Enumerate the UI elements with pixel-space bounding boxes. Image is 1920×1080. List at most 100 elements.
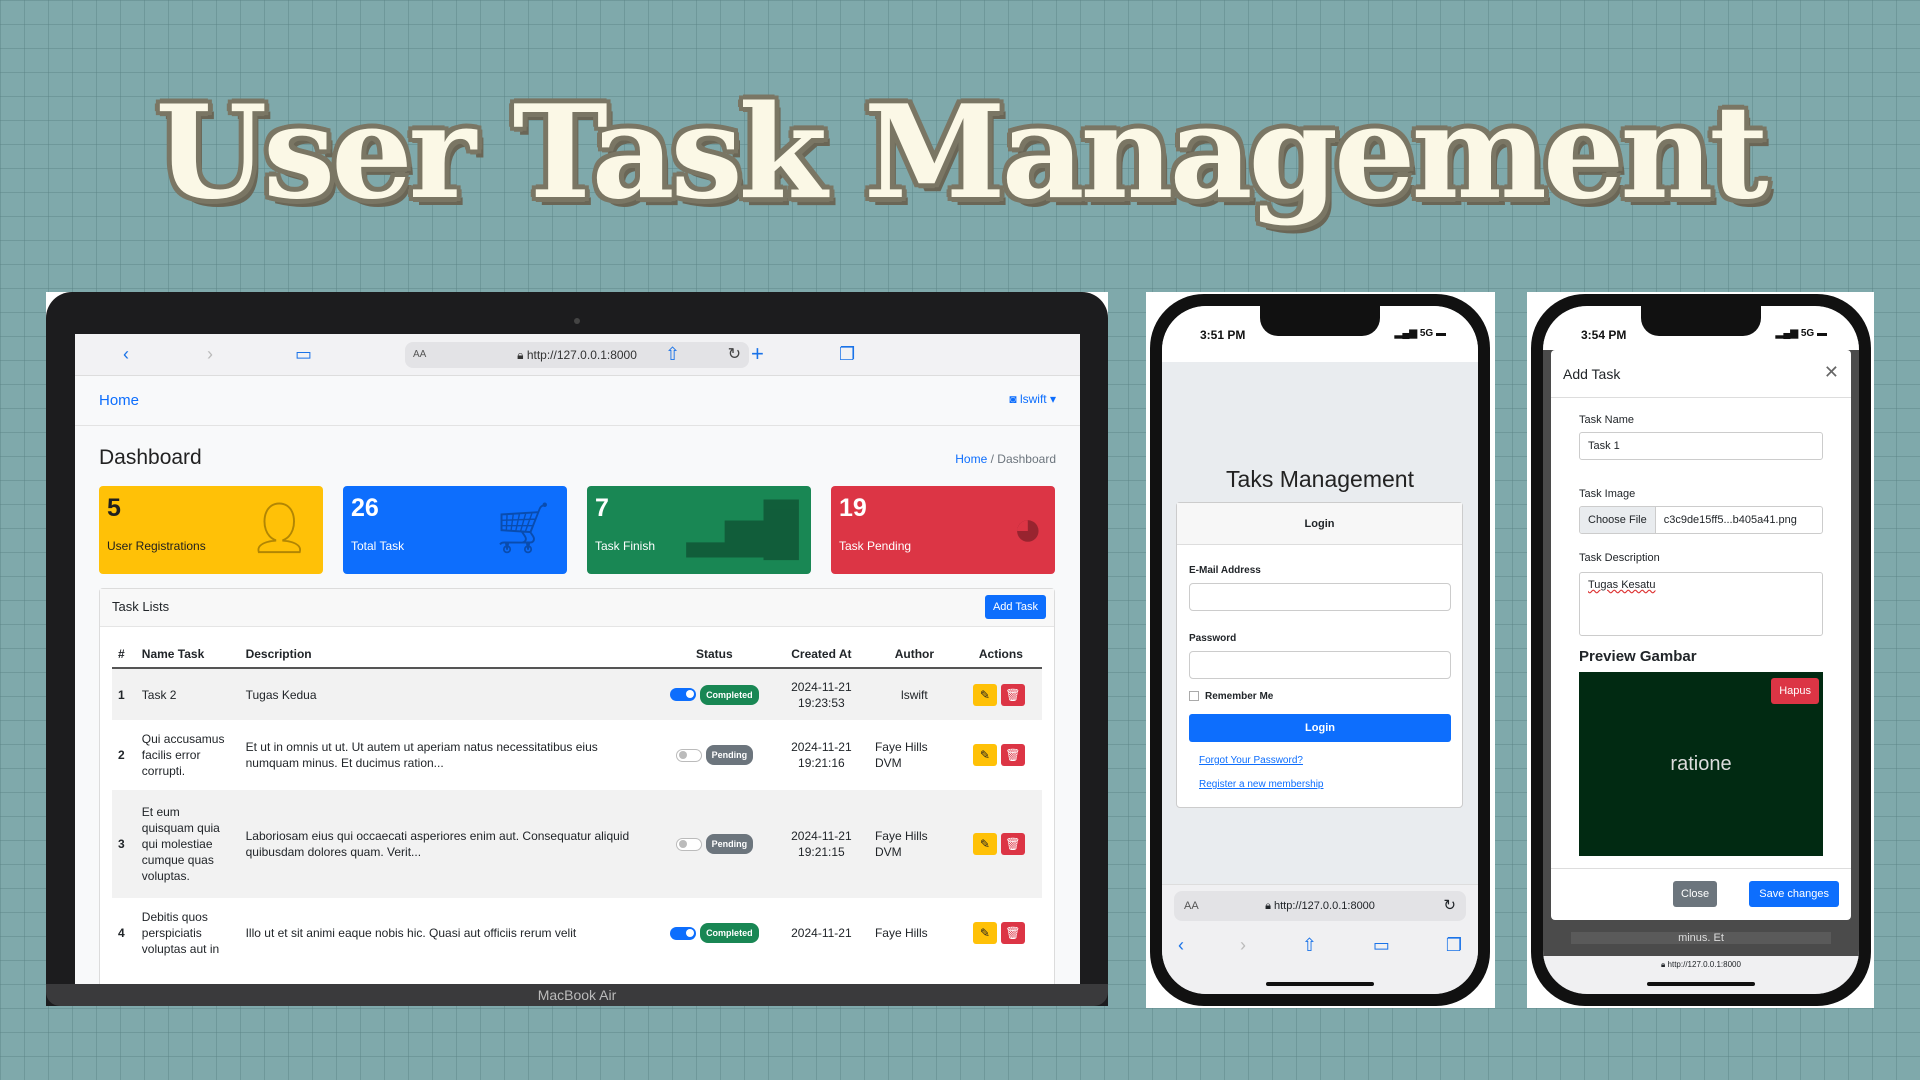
- new-tab-icon[interactable]: +: [751, 343, 764, 365]
- created-time: 19:21:15: [798, 845, 845, 859]
- page-title: Dashboard: [99, 446, 202, 469]
- address-bar[interactable]: AA 🔒︎ http://127.0.0.1:8000 ↻: [1174, 891, 1466, 921]
- status-toggle[interactable]: [675, 837, 702, 851]
- forgot-password-link[interactable]: Forgot Your Password?: [1199, 755, 1303, 766]
- col-header: Name Task: [135, 641, 240, 669]
- task-table: # Name Task Description Status Created A…: [112, 641, 1042, 968]
- close-icon[interactable]: ✕: [1824, 362, 1839, 383]
- created-time: 19:23:53: [798, 695, 845, 710]
- status-time: 3:51 PM: [1200, 328, 1246, 342]
- password-field[interactable]: [1189, 651, 1451, 679]
- task-name: Task 2: [135, 668, 240, 720]
- task-description: Laboriosam eius qui occaecati asperiores…: [239, 790, 655, 898]
- signal-icon: ▂▄▆: [1394, 328, 1420, 339]
- task-description: Tugas Kedua: [239, 668, 655, 720]
- battery-icon: ▬: [1433, 328, 1446, 339]
- created-date: 2024-11-21: [791, 740, 852, 754]
- back-icon[interactable]: ‹: [1178, 935, 1184, 956]
- user-name: lswift: [1019, 392, 1047, 406]
- stat-card-total[interactable]: 26 Total Task 🛒︎: [343, 486, 567, 574]
- stat-value: 26: [351, 494, 379, 522]
- hero-title: User Task Management: [155, 78, 1769, 228]
- user-menu[interactable]: ◙ lswift ▾: [1009, 392, 1056, 406]
- bookmarks-icon[interactable]: ▭: [295, 344, 312, 364]
- edit-icon[interactable]: ✎: [972, 683, 997, 706]
- pie-chart-icon: ◕: [1012, 500, 1043, 556]
- author: Faye Hills: [874, 926, 928, 940]
- task-list-header: Task Lists Add Task: [100, 589, 1054, 627]
- address-bar[interactable]: AA 🔒︎ http://127.0.0.1:8000 ↻: [405, 342, 749, 368]
- modal-footer: Close Save changes: [1551, 868, 1851, 920]
- url-text: http://127.0.0.1:8000: [1274, 900, 1375, 912]
- edit-icon[interactable]: ✎: [972, 833, 997, 855]
- task-list-title: Task Lists: [112, 599, 170, 614]
- task-list-card: Task Lists Add Task # Name Task Descript…: [99, 588, 1055, 988]
- laptop-brand: MacBook Air: [46, 984, 1108, 1006]
- table-header-row: # Name Task Description Status Created A…: [112, 641, 1042, 669]
- row-number: 3: [112, 790, 136, 898]
- row-number: 4: [118, 926, 125, 940]
- file-name: c3c9de15ff5...b405a41.png: [1663, 514, 1797, 526]
- stat-card-users[interactable]: 5 User Registrations 👤︎: [99, 486, 323, 574]
- login-header: Login: [1177, 503, 1462, 545]
- reload-icon[interactable]: ↻: [728, 342, 741, 368]
- delete-image-button[interactable]: Hapus: [1771, 678, 1819, 704]
- bookmarks-icon[interactable]: ▭: [1373, 935, 1390, 956]
- save-changes-button[interactable]: Save changes: [1749, 881, 1839, 907]
- safari-icons: ‹ › ⇧ ▭ ❐: [1178, 935, 1462, 956]
- phone-screen: 3:51 PM ▂▄▆ 5G ▬ Taks Management Login E…: [1162, 306, 1478, 994]
- actions-cell: ✎ 🗑︎: [960, 720, 1042, 790]
- status-toggle[interactable]: [670, 926, 697, 940]
- status-toggle[interactable]: [670, 688, 697, 701]
- created-time: 19:21:16: [798, 756, 845, 770]
- share-icon[interactable]: ⇧: [665, 344, 680, 364]
- task-description-field[interactable]: Tugas Kesatu: [1579, 572, 1823, 636]
- browser-toolbar: ‹ › ▭ AA 🔒︎ http://127.0.0.1:8000 ↻ ⇧ + …: [75, 334, 1080, 376]
- nav-home-link[interactable]: Home: [99, 392, 139, 409]
- stat-card-pending[interactable]: 19 Task Pending ◕: [831, 486, 1055, 574]
- edit-icon[interactable]: ✎: [972, 922, 997, 944]
- breadcrumb-home[interactable]: Home: [955, 452, 987, 466]
- status-cell: Completed: [654, 668, 774, 720]
- lock-icon: 🔒︎: [517, 348, 527, 362]
- task-name-field[interactable]: Task 1: [1579, 432, 1823, 460]
- email-field[interactable]: [1189, 583, 1451, 611]
- laptop-mockup: ‹ › ▭ AA 🔒︎ http://127.0.0.1:8000 ↻ ⇧ + …: [46, 292, 1108, 1006]
- stat-card-finish[interactable]: 7 Task Finish ▂▅█: [587, 486, 811, 574]
- col-header: #: [112, 641, 136, 669]
- status-toggle[interactable]: [675, 748, 702, 762]
- add-task-button[interactable]: Add Task: [984, 595, 1046, 619]
- back-icon[interactable]: ‹: [123, 344, 129, 364]
- stat-label: Task Pending: [839, 539, 912, 553]
- status-cell: Pending: [654, 790, 774, 898]
- trash-icon[interactable]: 🗑︎: [1000, 833, 1025, 855]
- lock-icon: 🔒︎: [1265, 900, 1274, 912]
- tabs-icon[interactable]: ❐: [839, 344, 855, 364]
- login-button[interactable]: Login: [1189, 714, 1451, 742]
- actions-cell: ✎ 🗑︎: [959, 790, 1042, 898]
- task-image-file-input[interactable]: Choose File c3c9de15ff5...b405a41.png: [1579, 506, 1823, 534]
- camera: [574, 318, 580, 324]
- share-icon[interactable]: ⇧: [1302, 935, 1317, 956]
- trash-icon[interactable]: 🗑︎: [1000, 744, 1025, 766]
- remember-checkbox[interactable]: Remember Me: [1189, 691, 1273, 702]
- col-header: Author: [868, 641, 960, 669]
- forward-icon[interactable]: ›: [207, 344, 213, 364]
- task-name: Qui accusamus facilis error corrupti.: [141, 732, 225, 778]
- reload-icon[interactable]: ↻: [1443, 891, 1456, 921]
- forward-icon[interactable]: ›: [1240, 935, 1246, 956]
- login-card: Login E-Mail Address Password Remember M…: [1176, 502, 1463, 808]
- trash-icon[interactable]: 🗑︎: [1000, 922, 1025, 944]
- stat-value: 7: [595, 494, 609, 522]
- edit-icon[interactable]: ✎: [972, 744, 997, 766]
- stat-label: Task Finish: [595, 539, 656, 553]
- safari-bottom-bar: 🔒︎ http://127.0.0.1:8000: [1543, 956, 1859, 994]
- choose-file-button[interactable]: Choose File: [1580, 507, 1656, 533]
- register-link[interactable]: Register a new membership: [1199, 779, 1324, 790]
- status-signal: ▂▄▆ 5G ▬: [1395, 328, 1446, 339]
- preview-label: Preview Gambar: [1579, 648, 1697, 665]
- trash-icon[interactable]: 🗑︎: [1000, 683, 1025, 706]
- network-type: 5G: [1800, 328, 1815, 339]
- close-button[interactable]: Close: [1673, 881, 1718, 907]
- tabs-icon[interactable]: ❐: [1446, 935, 1462, 956]
